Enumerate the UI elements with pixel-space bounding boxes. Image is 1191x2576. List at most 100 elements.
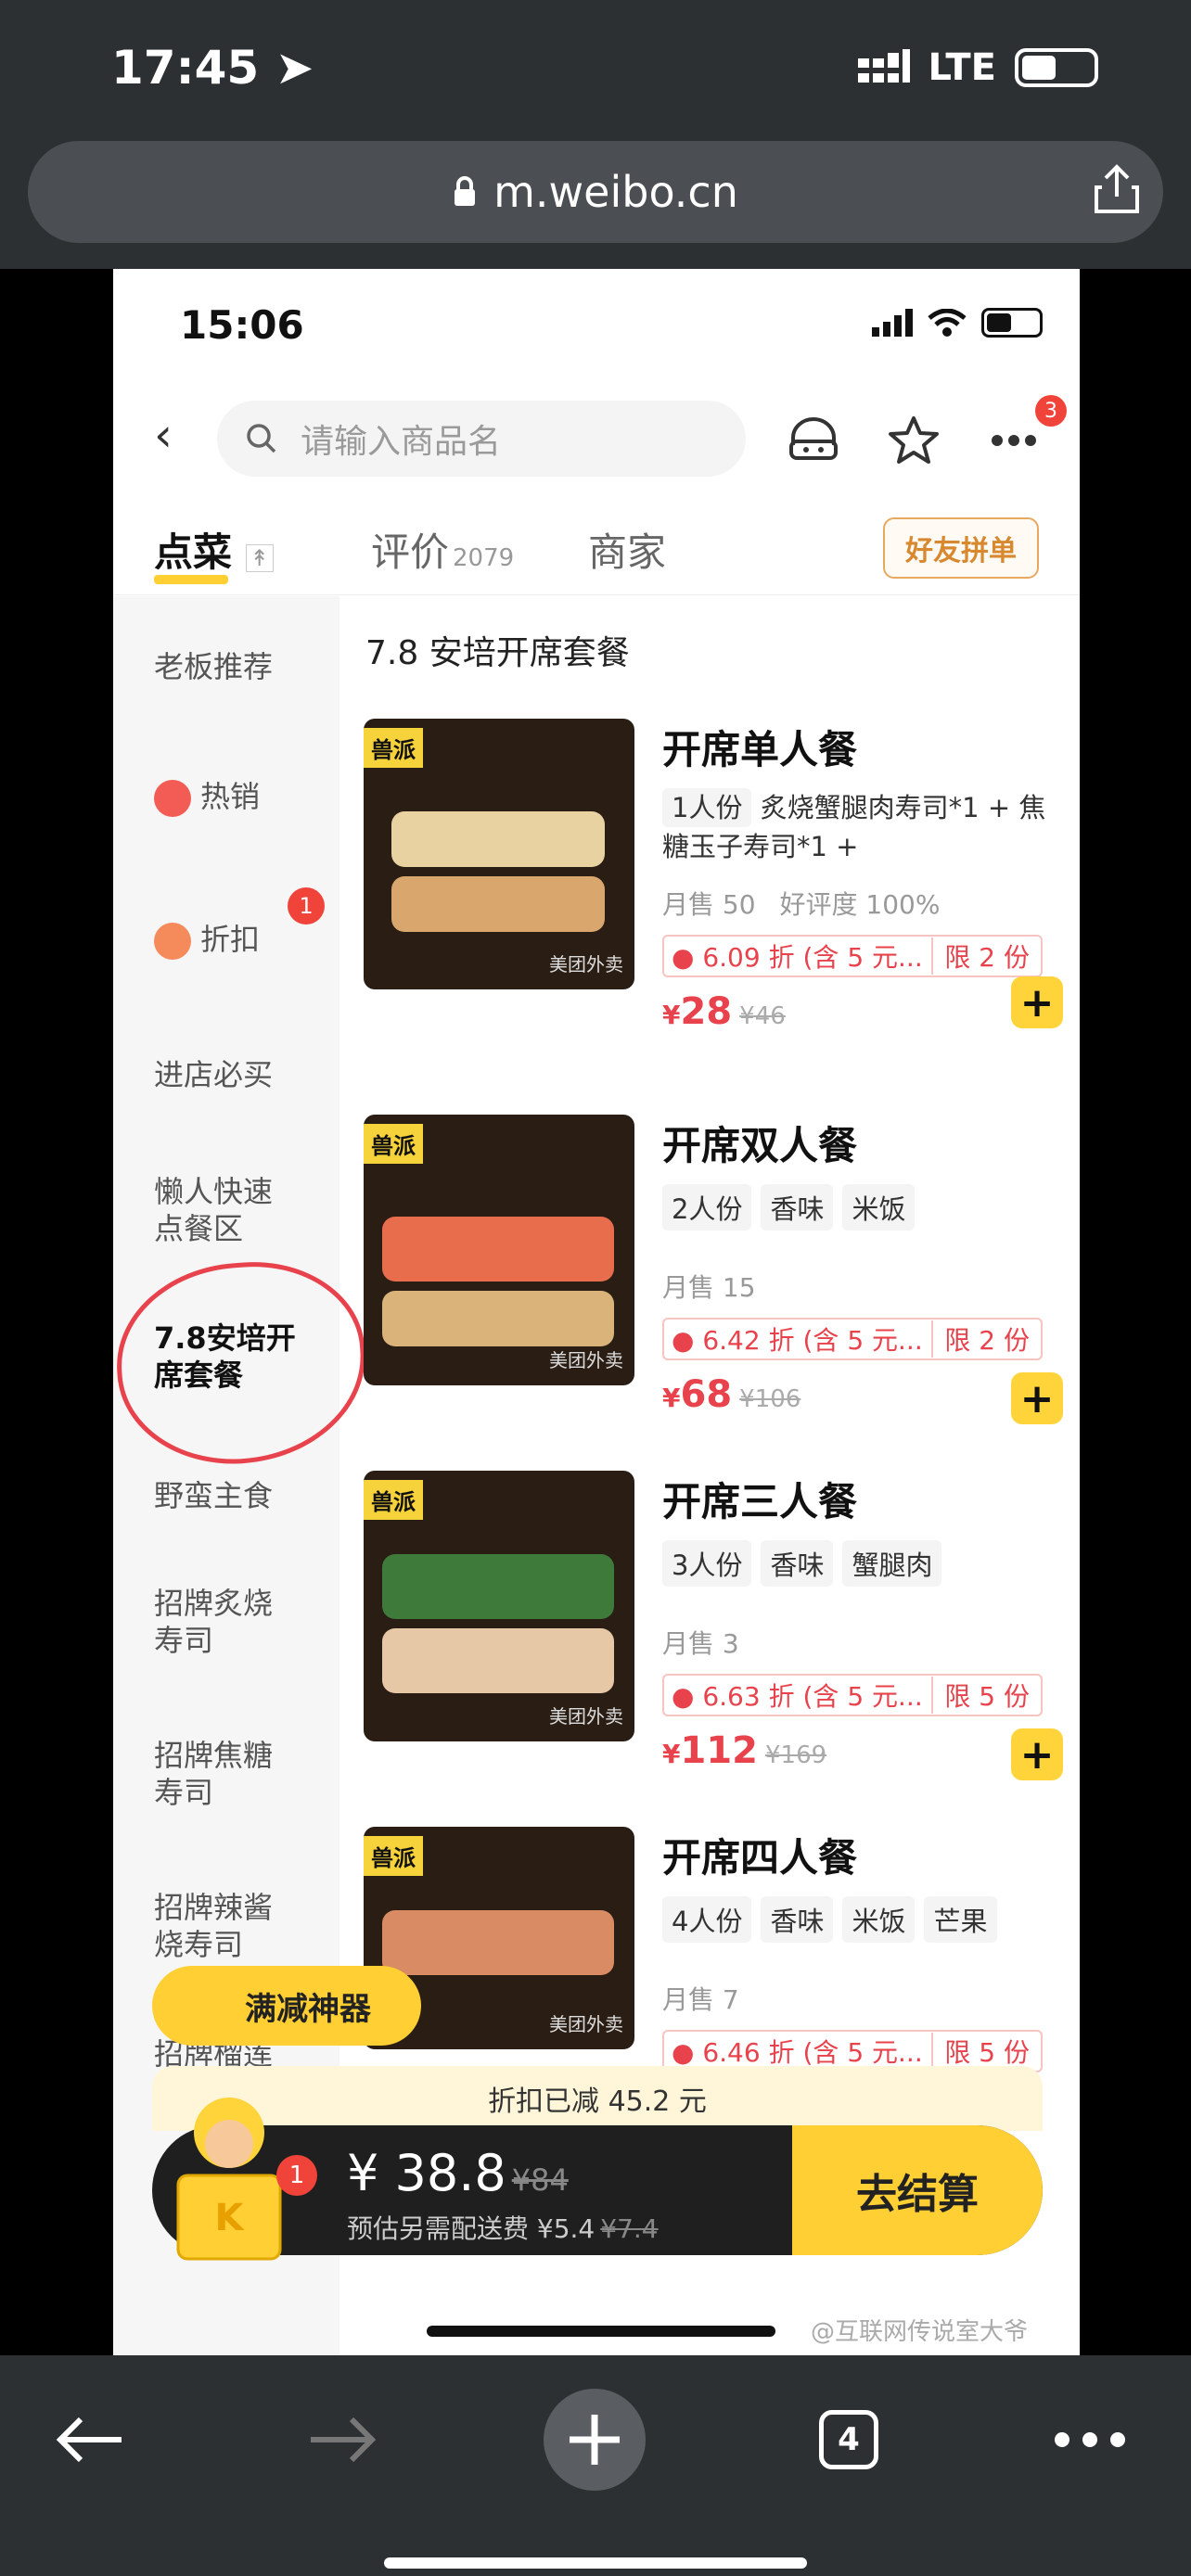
app-home-indicator <box>427 2326 775 2337</box>
lock-icon <box>455 176 476 206</box>
active-tab-indicator <box>154 575 228 584</box>
cart-count-badge: 1 <box>276 2155 317 2196</box>
share-icon[interactable] <box>1089 161 1145 217</box>
category-main-food[interactable]: 野蛮主食 <box>154 1477 321 1514</box>
home-indicator <box>384 2557 807 2569</box>
back-arrow-icon[interactable] <box>39 2389 141 2491</box>
cellular-icon <box>872 309 913 337</box>
browser-status-icons: LTE <box>857 46 1098 89</box>
category-hot-sale[interactable]: 热销 <box>154 778 321 817</box>
category-caramel-sushi[interactable]: 招牌焦糖寿司 <box>154 1737 293 1811</box>
flame-icon <box>154 780 191 817</box>
product-tag: 2人份 <box>662 1184 752 1231</box>
product-tag: 米饭 <box>842 1896 916 1943</box>
sales-info: 月售 3 <box>662 1628 739 1659</box>
product-name: 开席三人餐 <box>662 1479 858 1524</box>
product-image: 兽派 美团外卖 <box>364 719 634 989</box>
tab-reviews[interactable]: 评价 2079 <box>371 521 514 578</box>
favorite-star-icon[interactable] <box>881 408 946 473</box>
sales-info: 月售 50 好评度 100% <box>662 889 941 920</box>
tab-order[interactable]: 点菜 ↟ <box>154 521 274 578</box>
browser-status-time: 17:45 ➤ <box>111 41 314 95</box>
new-tab-button[interactable] <box>544 2389 646 2491</box>
product-tag: 4人份 <box>662 1896 752 1943</box>
tab-merchant[interactable]: 商家 <box>588 521 666 578</box>
browser-top-bar: 17:45 ➤ LTE m.weibo.cn <box>0 0 1191 269</box>
discount-info: ● 6.63 折 (含 5 元... 限 5 份 <box>662 1674 1043 1716</box>
image-watermark: 美团外卖 <box>549 2013 623 2035</box>
menu-dots-icon[interactable] <box>1039 2389 1141 2491</box>
brand-label: 兽派 <box>364 728 423 768</box>
product-tag: 香味 <box>761 1184 834 1231</box>
screenshot: 17:45 ➤ LTE m.weibo.cn 15:06 ‹ 请输入商品名 3 … <box>0 0 1191 2576</box>
category-must-buy[interactable]: 进店必买 <box>154 1056 321 1093</box>
checkout-button[interactable]: 去结算 <box>792 2125 1043 2255</box>
product-tag: 蟹腿肉 <box>842 1540 942 1587</box>
add-to-cart-button[interactable]: + <box>1011 1728 1063 1780</box>
search-placeholder: 请输入商品名 <box>301 423 502 461</box>
category-boss-recommend[interactable]: 老板推荐 <box>154 648 321 685</box>
customer-service-icon[interactable] <box>781 408 846 473</box>
product-card[interactable]: 兽派 美团外卖 开席双人餐 2人份 香味 米饭 月售 15 ● 6.42 折 (… <box>364 1115 1078 1424</box>
product-card[interactable]: 兽派 美团外卖 开席三人餐 3人份 香味 蟹腿肉 月售 3 ● 6.63 折 (… <box>364 1471 1078 1780</box>
network-label: LTE <box>928 46 996 89</box>
battery-icon <box>1015 48 1098 87</box>
image-watermark: 美团外卖 <box>549 1349 623 1371</box>
app-screenshot: 15:06 ‹ 请输入商品名 3 点菜 ↟ 评价 2079 商家 好友拼单 老板… <box>113 269 1080 2355</box>
product-name: 开席四人餐 <box>662 1835 858 1881</box>
tab-count: 4 <box>819 2410 878 2469</box>
product-tag: 1人份 <box>662 788 752 827</box>
add-to-cart-button[interactable]: + <box>1011 976 1063 1028</box>
add-to-cart-button[interactable]: + <box>1011 1372 1063 1424</box>
product-search-input[interactable]: 请输入商品名 <box>217 401 746 477</box>
product-description: 1人份 炙烧蟹腿肉寿司*1 + 焦糖玉子寿司*1 + <box>662 788 1070 866</box>
product-name: 开席单人餐 <box>662 727 858 772</box>
review-count: 2079 <box>453 544 515 572</box>
weibo-watermark: @互联网传说室大爷 <box>811 2318 1029 2346</box>
product-tags: 4人份 香味 米饭 芒果 <box>662 1896 1070 1943</box>
browser-bottom-toolbar: 4 <box>0 2355 1191 2576</box>
tab-bar: 点菜 ↟ 评价 2079 商家 好友拼单 <box>113 503 1080 595</box>
brand-label: 兽派 <box>364 1124 423 1164</box>
tabs-button[interactable]: 4 <box>798 2389 900 2491</box>
search-icon <box>247 424 276 453</box>
brand-label: 兽派 <box>364 1480 423 1520</box>
discount-info: ● 6.42 折 (含 5 元... 限 2 份 <box>662 1318 1043 1360</box>
category-quick-order[interactable]: 懒人快速点餐区 <box>154 1173 293 1247</box>
image-watermark: 美团外卖 <box>549 953 623 976</box>
product-card[interactable]: 兽派 美团外卖 开席单人餐 1人份 炙烧蟹腿肉寿司*1 + 焦糖玉子寿司*1 +… <box>364 719 1078 1033</box>
friend-group-order-button[interactable]: 好友拼单 <box>883 517 1039 579</box>
full-reduction-helper-button[interactable]: 满减神器 <box>152 1966 421 2046</box>
address-bar[interactable]: m.weibo.cn <box>28 141 1163 243</box>
wifi-icon <box>928 309 967 337</box>
category-spicy-sushi[interactable]: 招牌辣酱烧寿司 <box>154 1889 293 1963</box>
section-title: 7.8 安培开席套餐 <box>365 634 630 672</box>
product-tag: 芒果 <box>924 1896 997 1943</box>
forward-arrow-icon[interactable] <box>291 2389 393 2491</box>
sales-info: 月售 7 <box>662 1984 739 2015</box>
sales-info: 月售 15 <box>662 1272 756 1303</box>
app-battery-icon <box>981 308 1043 338</box>
price: ¥28 ¥46 <box>662 990 786 1033</box>
product-name: 开席双人餐 <box>662 1123 858 1168</box>
category-seared-sushi[interactable]: 招牌炙烧寿司 <box>154 1585 293 1659</box>
product-tag: 香味 <box>761 1896 834 1943</box>
product-tag: 3人份 <box>662 1540 752 1587</box>
discount-tag-icon <box>154 923 191 960</box>
brand-label: 兽派 <box>364 1836 423 1876</box>
discount-badge: 1 <box>288 887 325 925</box>
product-image: 兽派 美团外卖 <box>364 1115 634 1385</box>
product-tag: 香味 <box>761 1540 834 1587</box>
app-status-time: 15:06 <box>180 302 304 348</box>
price: ¥112 ¥169 <box>662 1729 827 1772</box>
product-tag: 米饭 <box>842 1184 916 1231</box>
url-text: m.weibo.cn <box>493 167 738 217</box>
product-tags: 3人份 香味 蟹腿肉 <box>662 1540 1070 1587</box>
image-watermark: 美团外卖 <box>549 1705 623 1728</box>
svg-text:K: K <box>215 2197 246 2239</box>
back-icon[interactable]: ‹ <box>154 408 173 462</box>
price: ¥68 ¥106 <box>662 1373 801 1416</box>
discount-info: ● 6.09 折 (含 5 元... 限 2 份 <box>662 935 1043 977</box>
category-discount[interactable]: 折扣 <box>154 921 321 960</box>
app-status-icons <box>872 308 1043 338</box>
